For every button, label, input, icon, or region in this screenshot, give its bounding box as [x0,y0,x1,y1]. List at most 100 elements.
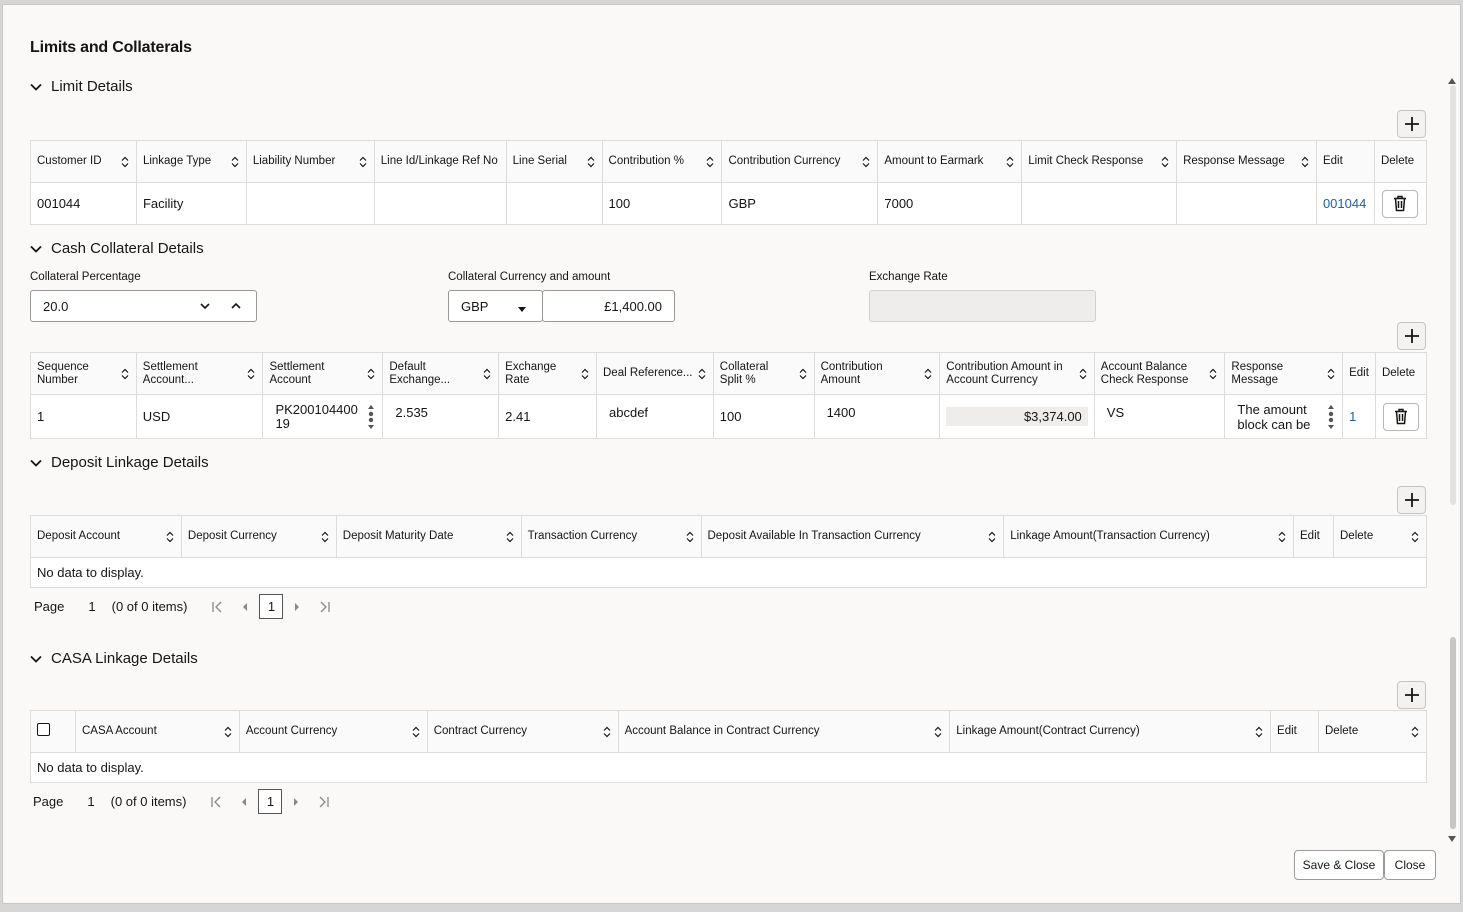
col-deposit-maturity[interactable]: Deposit Maturity Date [335,515,522,558]
sort-icon[interactable] [1326,368,1336,380]
prev-page-icon[interactable] [236,797,252,807]
add-limit-button[interactable] [1397,110,1426,138]
scrollbar-thumb[interactable] [1450,637,1456,829]
sort-icon[interactable] [505,531,515,543]
col-amount-earmark[interactable]: Amount to Earmark [877,140,1023,183]
sort-icon[interactable] [1160,156,1170,168]
limit-details-toggle[interactable]: Limit Details [29,78,133,95]
select-all-checkbox[interactable] [37,723,50,736]
sort-icon[interactable] [120,368,130,380]
col-contribution-acct-ccy[interactable]: Contribution Amount in Account Currency [939,352,1095,395]
next-page-icon[interactable] [288,797,304,807]
scroll-down-icon[interactable] [1448,830,1456,842]
col-sequence-number[interactable]: Sequence Number [30,352,137,395]
current-page[interactable]: 1 [259,594,284,619]
delete-button[interactable] [1382,402,1419,431]
col-linkage-amount[interactable]: Linkage Amount(Transaction Currency) [1003,515,1295,558]
chevron-down-icon[interactable] [199,300,211,315]
sort-icon[interactable] [1254,726,1264,738]
col-line-id[interactable]: Line Id/Linkage Ref No [373,140,507,183]
col-contribution-pct[interactable]: Contribution % [601,140,723,183]
col-deposit-currency[interactable]: Deposit Currency [180,515,337,558]
collateral-amount-input[interactable]: £1,400.00 [542,290,675,322]
sort-icon[interactable] [1277,531,1287,543]
sort-icon[interactable] [685,531,695,543]
edit-link[interactable]: 001044 [1323,196,1366,211]
page-input[interactable]: 1 [87,794,94,809]
first-page-icon[interactable] [209,601,225,613]
col-delete[interactable]: Delete [1333,515,1427,558]
sort-icon[interactable] [120,156,130,168]
cell-deal-ref[interactable]: abcdef [596,394,714,439]
col-account-currency[interactable]: Account Currency [238,710,428,753]
sort-icon[interactable] [580,368,590,380]
delete-button[interactable] [1382,189,1419,218]
sort-icon[interactable] [320,531,330,543]
last-page-icon[interactable] [316,796,332,808]
edit-link[interactable]: 1 [1349,409,1356,424]
sort-icon[interactable] [586,156,596,168]
sort-icon[interactable] [366,368,376,380]
cell-settle-acct[interactable]: PK200104400 19 [262,394,384,439]
sort-icon[interactable] [923,368,933,380]
first-page-icon[interactable] [208,796,224,808]
col-deposit-available[interactable]: Deposit Available In Transaction Currenc… [700,515,1005,558]
sort-icon[interactable] [223,726,233,738]
casa-linkage-toggle[interactable]: CASA Linkage Details [29,650,198,667]
sort-icon[interactable] [697,368,707,380]
sort-icon[interactable] [482,368,492,380]
add-casa-button[interactable] [1397,681,1426,709]
cell-contrib[interactable]: 1400 [813,394,941,439]
col-settlement-account[interactable]: Settlement Account [262,352,384,395]
stepper-icon[interactable] [366,404,376,430]
col-select-all[interactable] [30,710,76,753]
current-page[interactable]: 1 [258,789,283,814]
col-account-balance[interactable]: Account Balance in Contract Currency [617,710,951,753]
close-button[interactable]: Close [1384,850,1436,880]
cell-response[interactable]: The amount block can be [1224,394,1344,439]
col-casa-account[interactable]: CASA Account [74,710,240,753]
col-settlement-account-ccy[interactable]: Settlement Account... [135,352,264,395]
col-exchange-rate[interactable]: Exchange Rate [498,352,597,395]
col-contribution-currency[interactable]: Contribution Currency [721,140,879,183]
sort-icon[interactable] [165,531,175,543]
sort-icon[interactable] [1410,726,1420,738]
scroll-up-icon[interactable] [1448,72,1456,84]
col-liability-number[interactable]: Liability Number [245,140,375,183]
col-linkage-amount[interactable]: Linkage Amount(Contract Currency) [949,710,1272,753]
sort-icon[interactable] [1005,156,1015,168]
col-collateral-split[interactable]: Collateral Split % [712,352,815,395]
col-customer-id[interactable]: Customer ID [30,140,137,183]
col-contribution-amount[interactable]: Contribution Amount [813,352,941,395]
page-input[interactable]: 1 [88,599,95,614]
sort-icon[interactable] [1208,368,1218,380]
scrollbar-track-top[interactable] [1450,85,1456,505]
col-contract-currency[interactable]: Contract Currency [426,710,619,753]
save-close-button[interactable]: Save & Close [1294,850,1384,880]
stepper-icon[interactable] [1326,404,1336,430]
sort-icon[interactable] [1300,156,1310,168]
sort-icon[interactable] [705,156,715,168]
col-line-serial[interactable]: Line Serial [505,140,603,183]
add-deposit-button[interactable] [1397,486,1426,514]
col-response-message[interactable]: Response Message [1224,352,1344,395]
deposit-linkage-toggle[interactable]: Deposit Linkage Details [29,454,209,471]
collateral-currency-select[interactable]: GBP [448,290,543,322]
sort-icon[interactable] [987,531,997,543]
sort-icon[interactable] [411,726,421,738]
chevron-up-icon[interactable] [230,300,242,315]
sort-icon[interactable] [861,156,871,168]
cell-default-rate[interactable]: 2.535 [382,394,500,439]
collateral-percentage-field[interactable]: 20.0 [30,290,257,322]
col-deal-reference[interactable]: Deal Reference... [596,352,714,395]
col-response-message[interactable]: Response Message [1176,140,1317,183]
next-page-icon[interactable] [289,602,305,612]
sort-icon[interactable] [798,368,808,380]
col-balance-check[interactable]: Account Balance Check Response [1093,352,1226,395]
sort-icon[interactable] [1078,368,1088,380]
sort-icon[interactable] [358,156,368,168]
col-linkage-type[interactable]: Linkage Type [135,140,247,183]
col-delete[interactable]: Delete [1318,710,1427,753]
sort-icon[interactable] [602,726,612,738]
col-limit-check[interactable]: Limit Check Response [1021,140,1178,183]
